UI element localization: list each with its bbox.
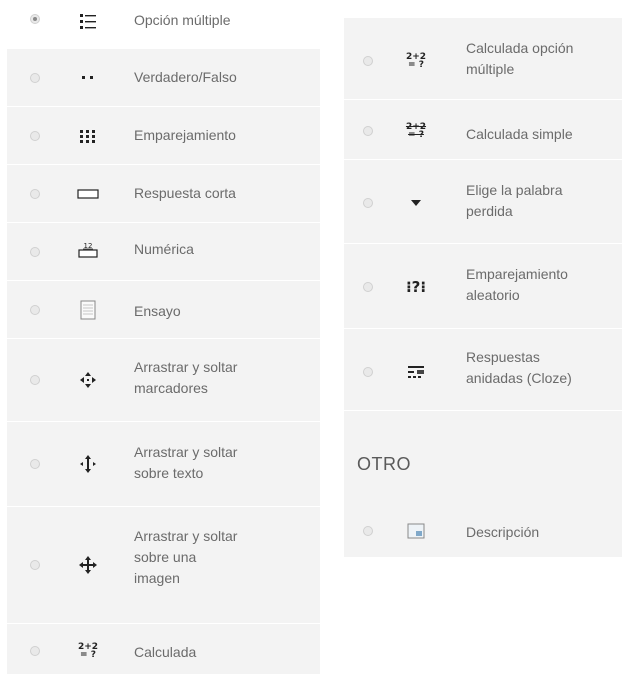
option-drag-drop-text[interactable]: Arrastrar y soltar sobre texto <box>7 422 320 507</box>
option-label: Descripción <box>466 524 540 540</box>
option-label: Calculada simple <box>466 126 573 142</box>
option-label: Emparejamiento aleatorio <box>466 266 568 303</box>
option-label: Calculada opción múltiple <box>466 40 574 77</box>
calculated-simple-icon: 2+2 = ? <box>405 122 427 140</box>
radio-button[interactable] <box>363 526 373 536</box>
random-matching-icon: ⁝?⁝ <box>405 278 427 296</box>
calculated-multichoice-icon: 2+2 = ? <box>405 52 427 70</box>
drag-drop-markers-icon <box>74 366 102 394</box>
radio-button[interactable] <box>363 367 373 377</box>
radio-button[interactable] <box>30 375 40 385</box>
option-description[interactable]: Descripción <box>344 506 622 557</box>
radio-button[interactable] <box>30 247 40 257</box>
question-type-list-right: 2+2 = ? Calculada opción múltiple 2+2 = ? … <box>344 18 622 557</box>
radio-button[interactable] <box>363 56 373 66</box>
radio-button[interactable] <box>30 560 40 570</box>
option-label: Elige la palabra perdida <box>466 182 563 219</box>
option-embedded-answers[interactable]: Respuestas anidadas (Cloze) <box>344 329 622 411</box>
option-multiple-choice[interactable]: Opción múltiple <box>7 0 320 49</box>
option-drag-drop-image[interactable]: Arrastrar y soltar sobre una imagen <box>7 507 320 624</box>
option-label: Emparejamiento <box>134 127 236 143</box>
numerical-icon: 12 <box>74 236 102 264</box>
option-label: Verdadero/Falso <box>134 69 237 85</box>
option-matching[interactable]: Emparejamiento <box>7 107 320 165</box>
option-calculated[interactable]: 2+2 = ? Calculada <box>7 624 320 674</box>
option-essay[interactable]: Ensayo <box>7 281 320 339</box>
matching-icon <box>74 122 102 150</box>
drag-drop-text-icon <box>74 450 102 478</box>
radio-button[interactable] <box>30 14 40 24</box>
option-label: Arrastrar y soltar sobre una imagen <box>134 528 238 586</box>
description-icon <box>402 517 430 545</box>
option-label: Respuestas anidadas (Cloze) <box>466 349 572 386</box>
option-label: Opción múltiple <box>134 12 231 28</box>
option-label: Ensayo <box>134 303 181 319</box>
radio-button[interactable] <box>30 305 40 315</box>
option-numerical[interactable]: 12 Numérica <box>7 223 320 281</box>
embedded-answers-icon <box>402 358 430 386</box>
essay-icon <box>74 296 102 324</box>
true-false-icon <box>74 64 102 92</box>
option-label: Numérica <box>134 241 194 257</box>
option-short-answer[interactable]: Respuesta corta <box>7 165 320 223</box>
chevron-down-icon <box>402 189 430 217</box>
option-select-missing-words[interactable]: Elige la palabra perdida <box>344 160 622 244</box>
radio-button[interactable] <box>30 131 40 141</box>
question-type-list-left: Opción múltiple Verdadero/Falso Empareja… <box>7 0 320 674</box>
drag-drop-image-icon <box>74 551 102 579</box>
short-answer-icon <box>74 180 102 208</box>
calculated-icon: 2+2 = ? <box>77 642 99 660</box>
option-label: Calculada <box>134 644 197 660</box>
option-label: Respuesta corta <box>134 185 236 201</box>
radio-button[interactable] <box>363 198 373 208</box>
radio-button[interactable] <box>30 73 40 83</box>
section-title-other: OTRO <box>357 454 411 474</box>
option-label: Arrastrar y soltar sobre texto <box>134 444 238 481</box>
option-random-matching[interactable]: ⁝?⁝ Emparejamiento aleatorio <box>344 244 622 329</box>
radio-button[interactable] <box>363 126 373 136</box>
option-calculated-multichoice[interactable]: 2+2 = ? Calculada opción múltiple <box>344 18 622 100</box>
option-label: Arrastrar y soltar marcadores <box>134 359 238 396</box>
radio-button[interactable] <box>30 459 40 469</box>
radio-button[interactable] <box>30 189 40 199</box>
option-drag-drop-markers[interactable]: Arrastrar y soltar marcadores <box>7 339 320 422</box>
option-true-false[interactable]: Verdadero/Falso <box>7 49 320 107</box>
option-calculated-simple[interactable]: 2+2 = ? Calculada simple <box>344 100 622 160</box>
radio-button[interactable] <box>30 646 40 656</box>
radio-button[interactable] <box>363 282 373 292</box>
multiple-choice-icon <box>74 7 102 35</box>
